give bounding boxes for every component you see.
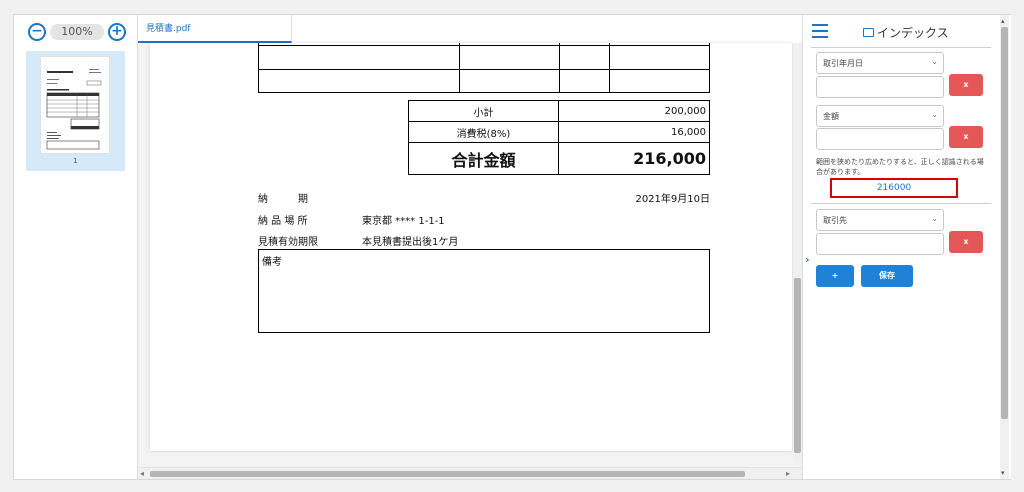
document-viewer: 見積書.pdf 小計 200,000 消費税(8%) 16,000 合計金額 2…	[138, 15, 802, 479]
item-table	[258, 43, 710, 93]
chevron-down-icon: ⌄	[931, 214, 938, 223]
delete-field-button[interactable]: x	[949, 126, 983, 148]
recognition-hint: 範囲を狭めたり広めたりすると、正しく認識される場合があります。	[816, 158, 984, 176]
total-value: 216,000	[558, 142, 710, 175]
validity-value: 本見積書提出後1ケ月	[362, 237, 459, 248]
table-row: 小計 200,000	[408, 100, 710, 122]
thumbnail-page-number: 1	[73, 157, 78, 165]
vertical-scroll-thumb[interactable]	[794, 278, 801, 453]
notes-box: 備考	[258, 249, 710, 333]
index-title-text: インデックス	[877, 26, 949, 40]
chevron-right-icon[interactable]: ›	[805, 253, 810, 266]
table-row-line	[259, 45, 709, 46]
field-input-date[interactable]	[816, 76, 944, 98]
table-column-line	[459, 43, 460, 92]
field-input-amount[interactable]	[816, 128, 944, 150]
tab-file[interactable]: 見積書.pdf	[138, 15, 292, 43]
tax-value: 16,000	[558, 121, 710, 143]
zoom-out-button[interactable]: −	[28, 23, 46, 41]
scroll-down-icon[interactable]: ▾	[1001, 469, 1005, 477]
scroll-left-icon[interactable]: ◂	[140, 469, 144, 478]
detected-value[interactable]: 216000	[830, 178, 958, 198]
tab-bar: 見積書.pdf	[138, 15, 802, 43]
subtotal-value: 200,000	[558, 100, 710, 122]
page-thumbnail[interactable]: 1	[26, 51, 125, 171]
field-select-label: 取引年月日	[823, 59, 863, 68]
place-value: 東京都 **** 1-1-1	[362, 216, 445, 227]
notes-label: 備考	[262, 257, 282, 268]
scroll-up-icon[interactable]: ▴	[1001, 17, 1005, 25]
total-label: 合計金額	[408, 142, 559, 175]
thumbnail-panel: − 100% + 1	[14, 15, 138, 479]
delivery-date: 2021年9月10日	[635, 194, 710, 205]
table-column-line	[609, 43, 610, 92]
pdf-page: 小計 200,000 消費税(8%) 16,000 合計金額 216,000 納…	[150, 43, 792, 451]
table-row: 消費税(8%) 16,000	[408, 121, 710, 143]
field-input-vendor[interactable]	[816, 233, 944, 255]
divider	[811, 47, 991, 48]
save-button[interactable]: 保存	[861, 265, 913, 287]
field-select-label: 金額	[823, 112, 839, 121]
place-label: 納 品 場 所	[258, 216, 308, 227]
document-miniature-icon	[46, 69, 102, 150]
menu-icon[interactable]	[812, 24, 828, 38]
zoom-in-button[interactable]: +	[108, 23, 126, 41]
viewer-horizontal-scrollbar[interactable]: ◂ ▸	[138, 467, 802, 479]
page-thumbnail-image	[40, 56, 110, 154]
folder-icon	[863, 28, 874, 37]
index-title: インデックス	[863, 24, 949, 41]
viewer-vertical-scrollbar[interactable]	[793, 43, 802, 463]
table-column-line	[559, 43, 560, 92]
horizontal-scroll-thumb[interactable]	[150, 471, 745, 477]
validity-label: 見積有効期限	[258, 237, 318, 248]
index-scroll-thumb[interactable]	[1001, 27, 1008, 419]
scroll-right-icon[interactable]: ▸	[786, 469, 790, 478]
zoom-controls: − 100% +	[28, 22, 126, 42]
tax-label: 消費税(8%)	[408, 121, 559, 143]
field-select-amount[interactable]: 金額 ⌄	[816, 105, 944, 127]
index-panel-scrollbar[interactable]: ▴ ▾	[1000, 15, 1009, 479]
divider	[811, 203, 991, 204]
app-frame: − 100% + 1 見積書.pdf 小計 200,000 消費税(8%) 16…	[13, 14, 1011, 480]
index-panel: インデックス 取引年月日 ⌄ x 金額 ⌄ x 範囲を狭めたり広めたりすると、正…	[802, 15, 1011, 479]
delete-field-button[interactable]: x	[949, 231, 983, 253]
field-select-vendor[interactable]: 取引先 ⌄	[816, 209, 944, 231]
subtotal-label: 小計	[408, 100, 559, 122]
delivery-label: 納 期	[258, 194, 308, 205]
table-row: 合計金額 216,000	[408, 142, 710, 175]
field-select-date[interactable]: 取引年月日 ⌄	[816, 52, 944, 74]
chevron-down-icon: ⌄	[931, 57, 938, 66]
chevron-down-icon: ⌄	[931, 110, 938, 119]
add-field-button[interactable]: +	[816, 265, 854, 287]
delete-field-button[interactable]: x	[949, 74, 983, 96]
document-content: 小計 200,000 消費税(8%) 16,000 合計金額 216,000 納…	[150, 43, 792, 451]
summary-table: 小計 200,000 消費税(8%) 16,000 合計金額 216,000	[408, 100, 710, 175]
index-panel-header: インデックス	[803, 15, 1011, 47]
zoom-level: 100%	[50, 24, 104, 40]
table-row-line	[259, 69, 709, 70]
field-select-label: 取引先	[823, 216, 847, 225]
